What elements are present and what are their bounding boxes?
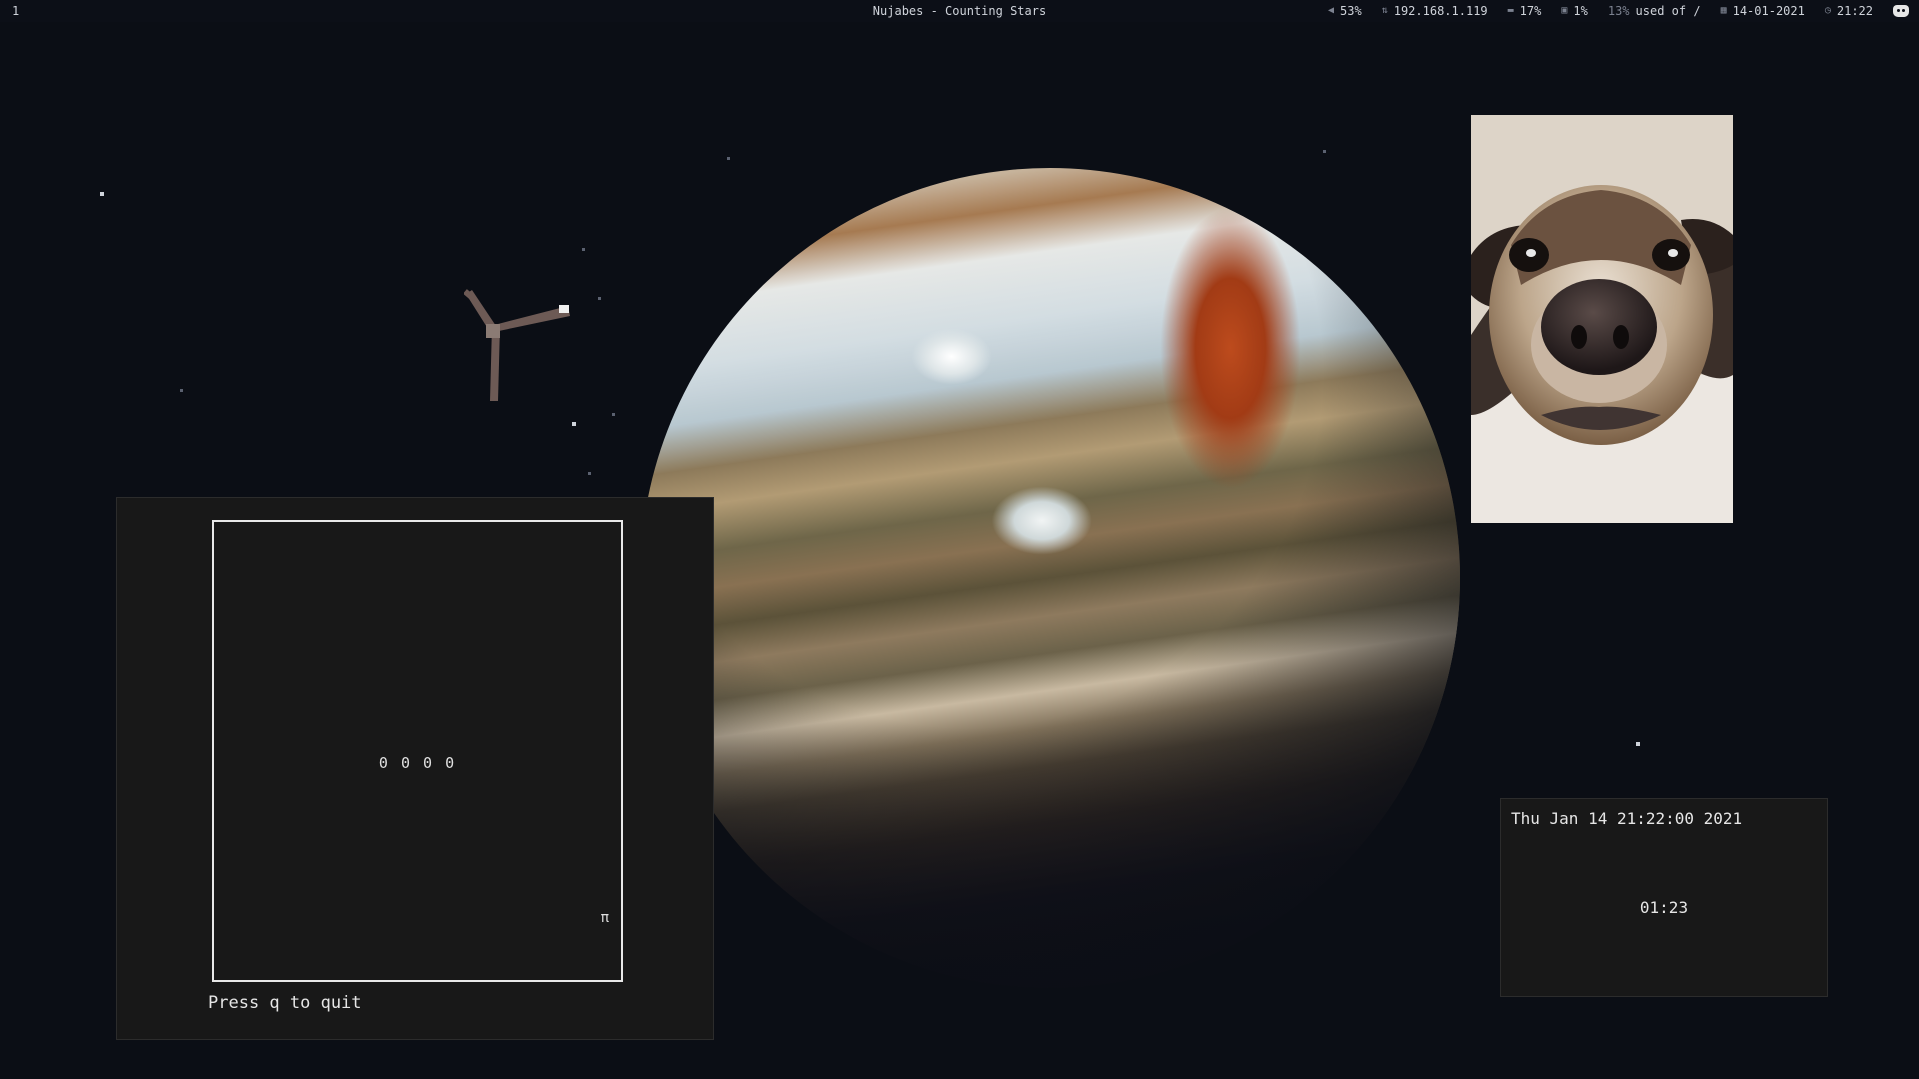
game-board: 0 0 0 0 π xyxy=(212,520,623,982)
memory-value: 17% xyxy=(1519,4,1542,18)
disk-module[interactable]: 13% used of / xyxy=(1608,0,1701,22)
date-module[interactable]: ▦ 14-01-2021 xyxy=(1721,0,1805,22)
star xyxy=(582,248,585,251)
time-value: 21:22 xyxy=(1836,4,1873,18)
satellite-image xyxy=(464,289,570,401)
star xyxy=(180,389,183,392)
cpu-module[interactable]: ▣ 1% xyxy=(1561,0,1587,22)
jupiter-shading xyxy=(640,168,1460,988)
datetime-text: Thu Jan 14 21:22:00 2021 xyxy=(1511,809,1743,828)
calendar-icon: ▦ xyxy=(1720,5,1727,16)
star xyxy=(727,157,730,160)
star xyxy=(572,422,576,426)
memory-icon: ▬ xyxy=(1507,5,1514,16)
star xyxy=(612,413,615,416)
star xyxy=(1636,742,1640,746)
terminal-window[interactable]: 0 0 0 0 π Press q to quit xyxy=(116,497,714,1040)
dog-photo-window[interactable] xyxy=(1471,115,1733,523)
star xyxy=(598,297,601,300)
digit-display: 0 0 0 0 xyxy=(378,754,457,772)
volume-icon: ◀ xyxy=(1327,5,1334,16)
network-module[interactable]: ⇅ 192.168.1.119 xyxy=(1382,0,1488,22)
network-icon: ⇅ xyxy=(1381,5,1388,16)
clock-window[interactable]: Thu Jan 14 21:22:00 2021 01:23 xyxy=(1500,798,1828,997)
timer-text: 01:23 xyxy=(1639,898,1689,917)
cpu-icon: ▣ xyxy=(1561,5,1568,16)
ip-address: 192.168.1.119 xyxy=(1393,4,1488,18)
time-module[interactable]: ◷ 21:22 xyxy=(1825,0,1873,22)
star xyxy=(1323,150,1326,153)
dog-photo xyxy=(1471,115,1733,523)
cpu-value: 1% xyxy=(1573,4,1588,18)
volume-module[interactable]: ◀ 53% xyxy=(1328,0,1362,22)
star xyxy=(588,472,591,475)
clock-icon: ◷ xyxy=(1824,5,1831,16)
discord-icon[interactable] xyxy=(1893,5,1909,17)
pi-symbol: π xyxy=(600,910,609,926)
top-bar: 1 Nujabes - Counting Stars ◀ 53% ⇅ 192.1… xyxy=(0,0,1919,22)
status-modules: ◀ 53% ⇅ 192.168.1.119 ▬ 17% ▣ 1% 13% use… xyxy=(1328,0,1909,22)
quit-hint: Press q to quit xyxy=(208,993,362,1013)
date-value: 14-01-2021 xyxy=(1732,4,1805,18)
volume-value: 53% xyxy=(1340,4,1362,18)
disk-percent: 13% xyxy=(1607,4,1630,18)
star xyxy=(100,192,104,196)
memory-module[interactable]: ▬ 17% xyxy=(1508,0,1542,22)
disk-label: used of / xyxy=(1635,4,1701,18)
